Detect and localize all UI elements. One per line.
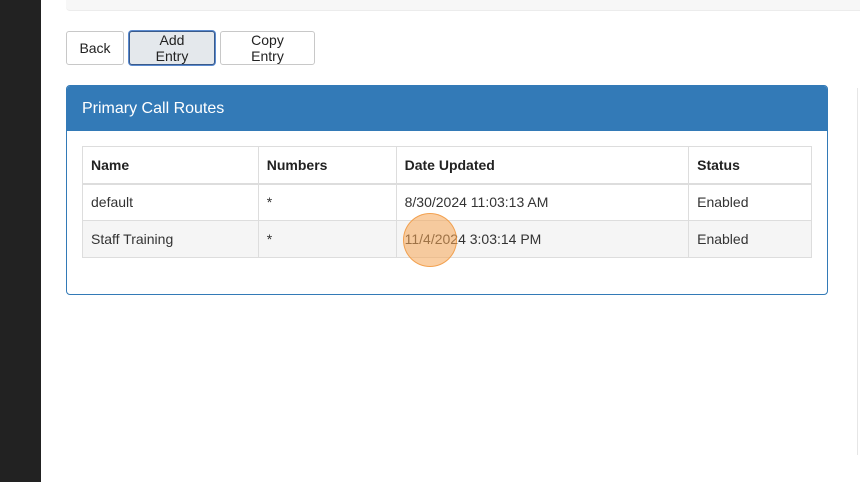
action-toolbar: Back Add Entry Copy Entry (66, 31, 315, 65)
copy-entry-button[interactable]: Copy Entry (220, 31, 315, 65)
table-header-row: Name Numbers Date Updated Status (82, 146, 812, 185)
top-header-strip (66, 0, 860, 11)
table-row[interactable]: Staff Training * 11/4/2024 3:03:14 PM En… (82, 220, 812, 258)
call-routes-table: Name Numbers Date Updated Status default… (82, 146, 812, 258)
left-sidebar (0, 0, 41, 482)
column-header-status[interactable]: Status (688, 146, 812, 185)
column-header-name[interactable]: Name (82, 146, 259, 185)
column-header-date-updated[interactable]: Date Updated (395, 146, 690, 185)
cell-status: Enabled (688, 183, 812, 221)
column-header-numbers[interactable]: Numbers (257, 146, 397, 185)
panel-title: Primary Call Routes (82, 99, 225, 117)
cell-numbers: * (257, 220, 397, 258)
table-row[interactable]: default * 8/30/2024 11:03:13 AM Enabled (82, 183, 812, 221)
cell-numbers: * (257, 183, 397, 221)
cell-name[interactable]: default (82, 183, 259, 221)
back-button[interactable]: Back (66, 31, 124, 65)
cell-status: Enabled (688, 220, 812, 258)
cell-name[interactable]: Staff Training (82, 220, 259, 258)
panel-heading: Primary Call Routes (67, 86, 827, 131)
add-entry-button[interactable]: Add Entry (129, 31, 215, 65)
cell-date-updated: 8/30/2024 11:03:13 AM (395, 183, 690, 221)
cell-date-updated: 11/4/2024 3:03:14 PM (395, 220, 690, 258)
call-routes-panel: Primary Call Routes Name Numbers Date Up… (66, 85, 828, 295)
